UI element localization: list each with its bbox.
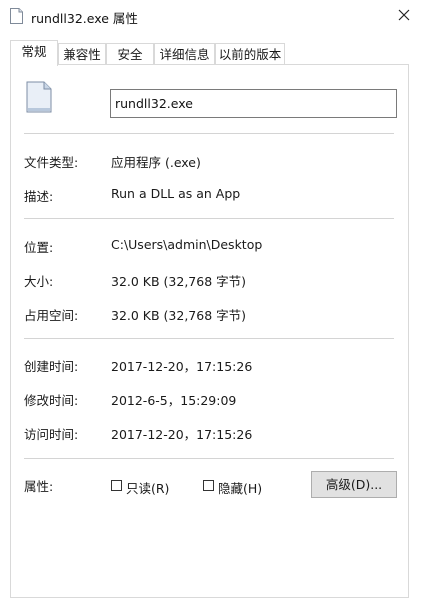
tab-details[interactable]: 详细信息	[154, 43, 215, 64]
tab-details-label: 详细信息	[159, 47, 210, 62]
tab-compatibility[interactable]: 兼容性	[58, 43, 106, 64]
general-panel	[10, 64, 409, 598]
tab-security-label: 安全	[117, 47, 143, 62]
tab-previous-versions-label: 以前的版本	[218, 47, 282, 62]
tab-compatibility-label: 兼容性	[63, 47, 101, 62]
location-value: C:\Users\admin\Desktop	[111, 237, 263, 252]
file-icon	[10, 8, 23, 24]
attributes-label: 属性:	[24, 479, 54, 494]
created-label: 创建时间:	[24, 359, 79, 374]
readonly-label[interactable]: 只读(R)	[126, 478, 169, 497]
divider	[24, 458, 394, 459]
hidden-label[interactable]: 隐藏(H)	[218, 478, 262, 497]
divider	[24, 338, 394, 339]
close-icon	[398, 9, 410, 21]
description-value: Run a DLL as an App	[111, 186, 241, 201]
close-button[interactable]	[387, 0, 421, 30]
window-title: rundll32.exe 属性	[31, 11, 138, 26]
modified-label: 修改时间:	[24, 393, 79, 408]
readonly-checkbox[interactable]	[111, 480, 122, 491]
accessed-label: 访问时间:	[24, 427, 79, 442]
modified-value: 2012-6-5，15:29:09	[111, 393, 237, 408]
created-value: 2017-12-20，17:15:26	[111, 359, 253, 374]
tab-general-label: 常规	[21, 44, 47, 59]
disk-size-label: 占用空间:	[24, 308, 79, 323]
size-label: 大小:	[24, 274, 54, 289]
file-icon	[26, 81, 52, 113]
accessed-value: 2017-12-20，17:15:26	[111, 427, 253, 442]
description-label: 描述:	[24, 189, 54, 204]
file-type-value: 应用程序 (.exe)	[111, 155, 201, 170]
size-value: 32.0 KB (32,768 字节)	[111, 274, 247, 289]
file-type-label: 文件类型:	[24, 155, 79, 170]
hidden-checkbox[interactable]	[203, 480, 214, 491]
divider	[24, 218, 394, 219]
advanced-button[interactable]: 高级(D)...	[311, 471, 397, 498]
location-label: 位置:	[24, 240, 54, 255]
advanced-button-label: 高级(D)...	[325, 477, 383, 492]
title-bar: rundll32.exe 属性	[0, 0, 421, 32]
divider	[24, 133, 394, 134]
tab-previous-versions[interactable]: 以前的版本	[215, 43, 285, 64]
file-name-input[interactable]	[110, 89, 397, 118]
disk-size-value: 32.0 KB (32,768 字节)	[111, 308, 247, 323]
tab-general[interactable]: 常规	[10, 40, 58, 66]
tab-security[interactable]: 安全	[106, 43, 154, 64]
